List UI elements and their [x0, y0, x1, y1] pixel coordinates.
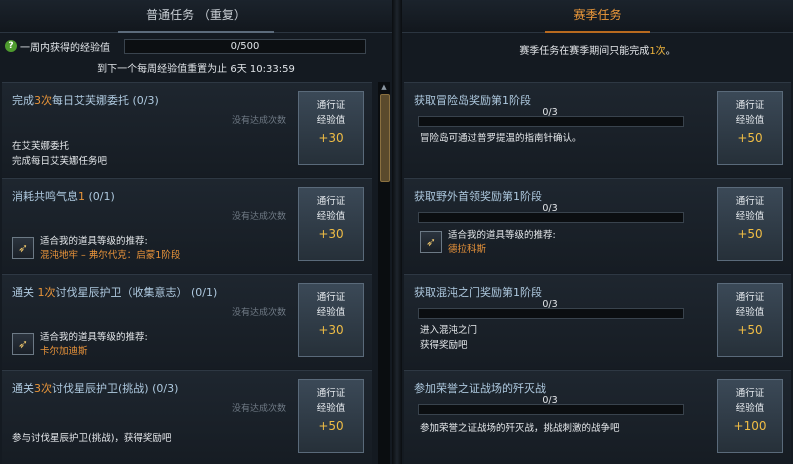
quest-card[interactable]: 获取野外首领奖励第1阶段 0/3 ➶ 适合我的道具等级的推荐: 德拉科斯 通行证经…	[404, 178, 791, 273]
quest-title: 完成3次每日艾芙娜委托 (0/3)	[12, 94, 159, 107]
quest-title: 通关 1次讨伐星辰护卫（收集意志） (0/1)	[12, 286, 218, 299]
regular-quests-panel: 普通任务 （重复） ? 一周内获得的经验值 0/500 到下一个每周经验值重置为…	[0, 0, 392, 464]
weekly-exp-progress: 0/500	[124, 39, 366, 54]
reward-points: +50	[737, 131, 763, 145]
reward-box: 通行证 经验值 +30	[298, 283, 364, 357]
quest-progress-bar	[418, 308, 684, 319]
recommendation: 适合我的道具等级的推荐: 德拉科斯	[448, 230, 556, 255]
weekly-reset-timer: 到下一个每周经验值重置为止 6天 10:33:59	[97, 64, 295, 75]
quest-status: 没有达成次数	[231, 116, 286, 126]
reward-points: +100	[733, 419, 767, 433]
season-quests-panel: 赛季任务 赛季任务在赛季期间只能完成1次。 获取冒险岛奖励第1阶段 0/3 冒险…	[402, 0, 793, 464]
regular-quest-list: 完成3次每日艾芙娜委托 (0/3) 没有达成次数 在艾芙娜委托 完成每日艾芙娜任务…	[0, 82, 374, 464]
quest-card[interactable]: 通关3次讨伐星辰护卫(挑战) (0/3) 没有达成次数 参与讨伐星辰护卫(挑战)…	[2, 370, 372, 464]
scroll-thumb[interactable]	[380, 94, 390, 182]
reward-points: +50	[737, 323, 763, 337]
quest-description: 进入混沌之门 获得奖励吧	[420, 325, 478, 351]
quest-description: 参与讨伐星辰护卫(挑战)，获得奖励吧	[12, 433, 172, 444]
compass-icon[interactable]: ➶	[12, 237, 34, 259]
reward-points: +30	[318, 227, 344, 241]
compass-icon[interactable]: ➶	[12, 333, 34, 355]
quest-title: 获取混沌之门奖励第1阶段	[414, 286, 542, 299]
reward-box: 通行证 经验值 +30	[298, 187, 364, 261]
quest-description: 冒险岛可通过普罗提温的指南针确认。	[420, 133, 582, 144]
scroll-up-icon[interactable]: ▲	[378, 82, 390, 92]
season-quests-header: 赛季任务	[545, 0, 650, 33]
reward-box: 通行证 经验值 +50	[717, 187, 783, 261]
quest-progress-bar	[418, 404, 684, 415]
quest-title: 通关3次讨伐星辰护卫(挑战) (0/3)	[12, 382, 179, 395]
quest-title: 获取野外首领奖励第1阶段	[414, 190, 542, 203]
quest-title: 获取冒险岛奖励第1阶段	[414, 94, 531, 107]
quest-progress-bar	[418, 116, 684, 127]
reward-box: 通行证 经验值 +100	[717, 379, 783, 453]
weekly-exp-label: 一周内获得的经验值	[20, 43, 110, 54]
quest-list-scrollbar[interactable]: ▲	[378, 82, 390, 464]
panel-divider	[392, 0, 402, 464]
compass-icon[interactable]: ➶	[420, 231, 442, 253]
reward-box: 通行证 经验值 +50	[717, 283, 783, 357]
quest-card[interactable]: 通关 1次讨伐星辰护卫（收集意志） (0/1) 没有达成次数 ➶ 适合我的道具等…	[2, 274, 372, 369]
quest-card[interactable]: 参加荣誉之证战场的歼灭战 0/3 参加荣誉之证战场的歼灭战，挑战刺激的战争吧 通…	[404, 370, 791, 464]
regular-quests-header: 普通任务 （重复）	[118, 0, 274, 33]
reward-points: +30	[318, 131, 344, 145]
quest-title: 参加荣誉之证战场的歼灭战	[414, 382, 546, 395]
reward-box: 通行证 经验值 +50	[717, 91, 783, 165]
quest-card[interactable]: 获取冒险岛奖励第1阶段 0/3 冒险岛可通过普罗提温的指南针确认。 通行证 经验值…	[404, 82, 791, 177]
quest-description: 在艾芙娜委托 完成每日艾芙娜任务吧	[12, 141, 108, 167]
season-quests-tab[interactable]: 赛季任务	[402, 0, 793, 33]
quest-card[interactable]: 获取混沌之门奖励第1阶段 0/3 进入混沌之门 获得奖励吧 通行证 经验值 +50	[404, 274, 791, 369]
reward-box: 通行证 经验值 +50	[298, 379, 364, 453]
help-icon[interactable]: ?	[5, 40, 17, 52]
reward-points: +50	[318, 419, 344, 433]
reward-points: +30	[318, 323, 344, 337]
season-quest-list: 获取冒险岛奖励第1阶段 0/3 冒险岛可通过普罗提温的指南针确认。 通行证 经验值…	[402, 82, 793, 464]
quest-title: 消耗共鸣气息1 (0/1)	[12, 190, 115, 203]
quest-card[interactable]: 完成3次每日艾芙娜委托 (0/3) 没有达成次数 在艾芙娜委托 完成每日艾芙娜任务…	[2, 82, 372, 177]
quest-status: 没有达成次数	[231, 404, 286, 414]
recommendation: 适合我的道具等级的推荐: 卡尔加迪斯	[40, 332, 148, 357]
season-note: 赛季任务在赛季期间只能完成1次。	[519, 46, 676, 57]
reward-points: +50	[737, 227, 763, 241]
reward-box: 通行证 经验值 +30	[298, 91, 364, 165]
quest-description: 参加荣誉之证战场的歼灭战，挑战刺激的战争吧	[420, 423, 620, 434]
recommendation: 适合我的道具等级的推荐: 混沌地牢 – 弗尔代克：启蒙1阶段	[40, 236, 181, 261]
regular-quests-tab[interactable]: 普通任务 （重复）	[0, 0, 392, 33]
quest-progress-bar	[418, 212, 684, 223]
quest-status: 没有达成次数	[231, 308, 286, 318]
quest-status: 没有达成次数	[231, 212, 286, 222]
quest-card[interactable]: 消耗共鸣气息1 (0/1) 没有达成次数 ➶ 适合我的道具等级的推荐: 混沌地牢 …	[2, 178, 372, 273]
